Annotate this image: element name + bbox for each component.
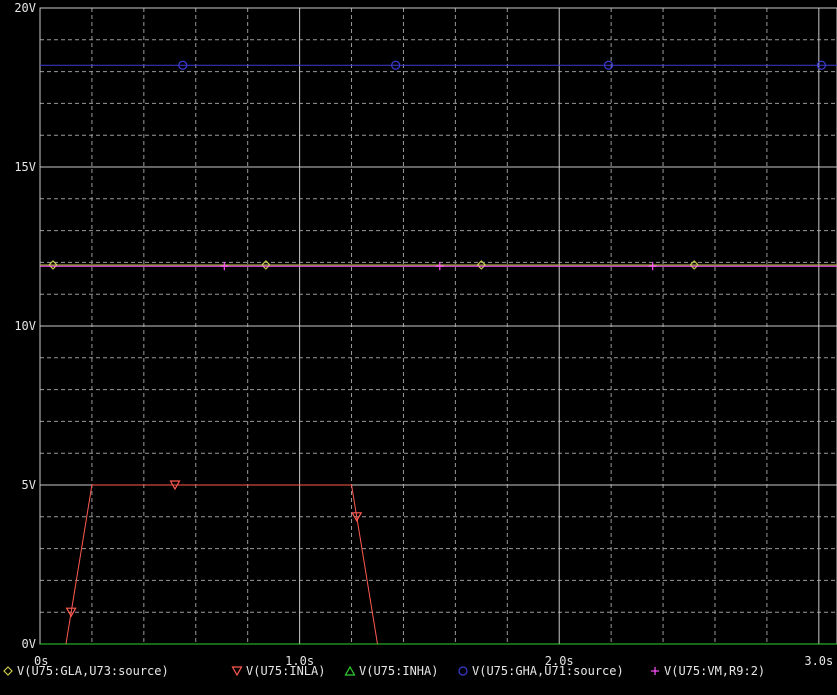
legend-label: V(U75:INLA) [246, 664, 325, 678]
legend-label: V(U75:VM,R9:2) [664, 664, 765, 678]
legend-item: V(U75:INLA) [231, 664, 325, 678]
legend-item: V(U75:GHA,U71:source) [458, 664, 624, 678]
legend-item: V(U75:GLA,U73:source) [3, 664, 169, 678]
y-tick-label: 5V [22, 478, 36, 492]
legend-label: V(U75:GHA,U71:source) [472, 664, 624, 678]
legend-label: V(U75:INHA) [359, 664, 438, 678]
y-tick-label: 0V [22, 637, 36, 651]
y-tick-label: 10V [14, 319, 36, 333]
y-tick-label: 15V [14, 160, 36, 174]
legend-item: V(U75:INHA) [344, 664, 438, 678]
legend-item: V(U75:VM,R9:2) [651, 664, 765, 678]
x-tick-label: 3.0s [804, 654, 833, 668]
legend-label: V(U75:GLA,U73:source) [17, 664, 169, 678]
y-tick-label: 20V [14, 1, 36, 15]
chart-background [0, 0, 837, 695]
oscilloscope-chart: 0V5V10V15V20V0s 1.0s 2.0s 3.0s V(U75:GLA,U7… [0, 0, 837, 695]
